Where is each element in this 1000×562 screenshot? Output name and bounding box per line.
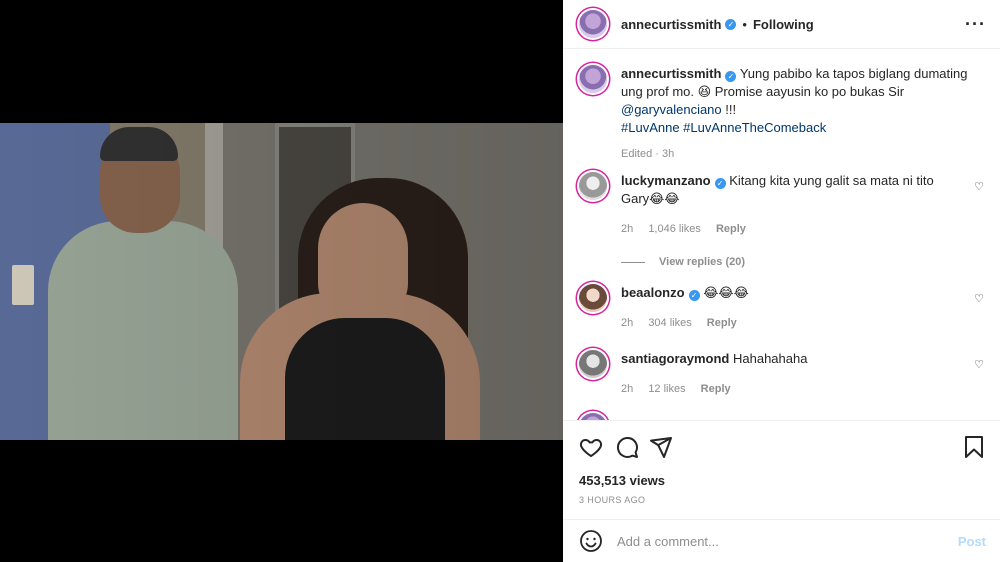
comment-item: beaalonzo ✓ 😂😂😂 2h 304 likes Reply ♡ <box>579 284 984 332</box>
comment-item: santiagoraymond Hahahahaha 2h 12 likes R… <box>579 350 984 398</box>
comment-time: 2h <box>621 223 634 235</box>
comment-likes[interactable]: 1,046 likes <box>648 223 701 235</box>
caption-edited: Edited · 3h <box>621 148 675 160</box>
divider-line <box>621 261 645 263</box>
media-panel <box>0 0 563 562</box>
verified-icon: ✓ <box>725 18 737 30</box>
author-avatar[interactable] <box>579 10 607 38</box>
caption-avatar[interactable] <box>579 65 607 93</box>
verified-icon: ✓ <box>725 71 737 82</box>
comment-likes[interactable]: 304 likes <box>648 317 691 329</box>
caption: annecurtissmith ✓ Yung pabibo ka tapos bi… <box>579 65 984 163</box>
post-timestamp[interactable]: 3 HOURS AGO <box>579 495 645 505</box>
verified-icon: ✓ <box>714 178 726 189</box>
caption-username[interactable]: annecurtissmith <box>621 66 721 81</box>
comment-like-heart-icon[interactable]: ♡ <box>974 180 984 193</box>
comment-time: 2h <box>621 383 634 395</box>
commenter-avatar[interactable] <box>579 413 607 420</box>
comment-text: 😂😂😂 <box>703 285 749 300</box>
following-button[interactable]: Following <box>753 17 814 32</box>
view-count[interactable]: 453,513 views <box>579 473 665 488</box>
caption-text-end: !!! <box>721 102 737 117</box>
view-replies-label: View replies (20) <box>659 256 746 268</box>
like-heart-icon[interactable] <box>579 435 603 459</box>
comment-time: 2h <box>621 317 634 329</box>
save-bookmark-icon[interactable] <box>962 435 986 459</box>
add-comment-bar: Post <box>563 519 1000 562</box>
comments-scroll-area[interactable]: annecurtissmith ✓ Yung pabibo ka tapos bi… <box>563 49 1000 420</box>
view-replies-button[interactable]: View replies (20) <box>621 256 984 268</box>
comment-like-heart-icon[interactable]: ♡ <box>974 358 984 371</box>
comment-username[interactable]: luckymanzano <box>621 173 711 188</box>
commenter-avatar[interactable] <box>579 350 607 378</box>
caption-mention-link[interactable]: @garyvalenciano <box>621 102 722 117</box>
comment-likes[interactable]: 12 likes <box>648 383 685 395</box>
post-header: annecurtissmith ✓ • Following ··· <box>563 0 1000 49</box>
comment-item: luckymanzano ✓ Kitang kita yung galit sa … <box>579 172 984 268</box>
comment-username[interactable]: beaalonzo <box>621 285 685 300</box>
post-comment-button[interactable]: Post <box>958 534 986 549</box>
share-send-icon[interactable] <box>649 435 673 459</box>
caption-hashtags[interactable]: #LuvAnne #LuvAnneTheComeback <box>621 119 984 137</box>
verified-icon: ✓ <box>688 290 700 301</box>
comment-bubble-icon[interactable] <box>615 435 639 459</box>
post-side-panel: annecurtissmith ✓ • Following ··· annecu… <box>563 0 1000 562</box>
comment-text: Hahahahaha <box>732 351 808 366</box>
comment-like-heart-icon[interactable]: ♡ <box>974 292 984 305</box>
reply-button[interactable]: Reply <box>707 317 737 329</box>
reply-button[interactable]: Reply <box>716 223 746 235</box>
post-video[interactable] <box>0 123 563 440</box>
author-username[interactable]: annecurtissmith <box>621 17 721 32</box>
add-comment-input[interactable] <box>617 533 947 549</box>
more-options-icon[interactable]: ··· <box>965 14 986 35</box>
commenter-avatar[interactable] <box>579 284 607 312</box>
commenter-avatar[interactable] <box>579 172 607 200</box>
separator-dot: • <box>742 16 747 32</box>
comment-username[interactable]: santiagoraymond <box>621 351 729 366</box>
reply-button[interactable]: Reply <box>701 383 731 395</box>
action-bar: 453,513 views 3 HOURS AGO <box>563 420 1000 518</box>
emoji-icon[interactable] <box>579 529 603 553</box>
